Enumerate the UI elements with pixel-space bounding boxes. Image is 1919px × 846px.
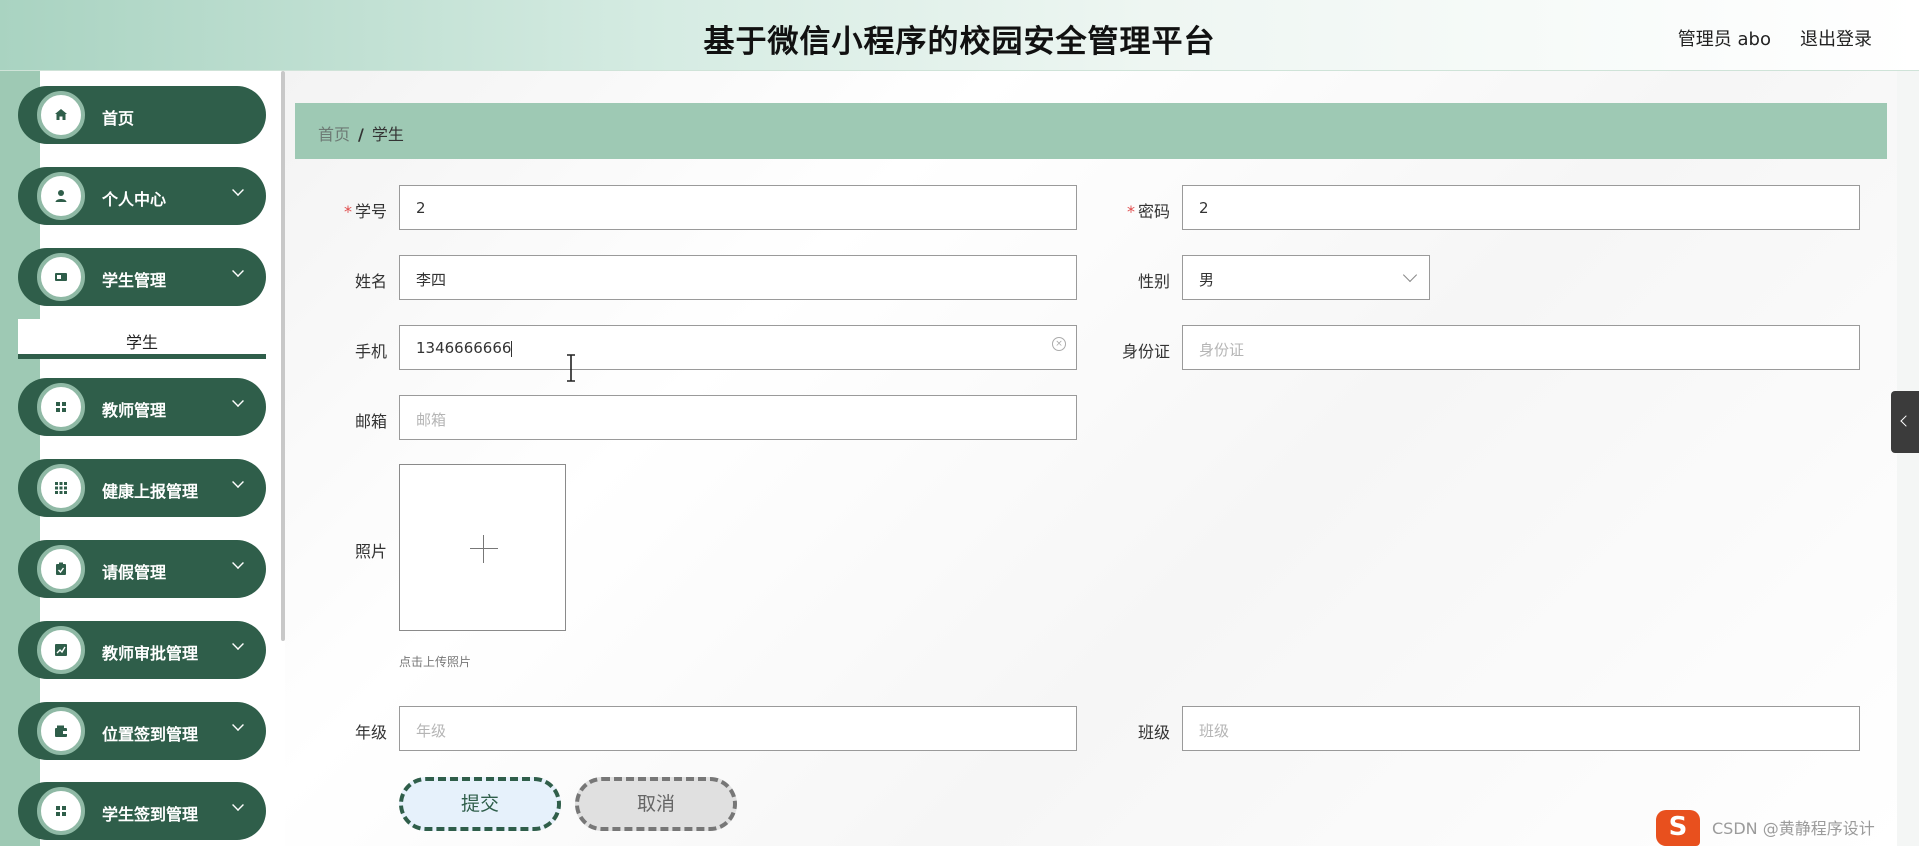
- chevron-down-icon: [232, 476, 244, 488]
- breadcrumb-separator: /: [358, 125, 364, 144]
- email-placeholder: 邮箱: [416, 411, 447, 429]
- chevron-left-icon: [1900, 415, 1912, 427]
- phone-input[interactable]: 1346666666 ×: [399, 325, 1077, 370]
- sidebar-item-student-management[interactable]: 学生管理: [18, 248, 266, 306]
- logout-link[interactable]: 退出登录: [1800, 25, 1872, 51]
- gender-select-value: 男: [1199, 271, 1215, 289]
- grade-placeholder: 年级: [416, 722, 447, 740]
- sidebar-item-label: 学生管理: [102, 271, 167, 290]
- sidebar-item-teacher-management[interactable]: 教师管理: [18, 378, 266, 436]
- current-user-label: 管理员 abo: [1677, 29, 1771, 50]
- name-input[interactable]: 李四: [399, 255, 1077, 300]
- text-caret: [511, 340, 513, 357]
- chevron-down-icon: [232, 557, 244, 569]
- email-input[interactable]: 邮箱: [399, 395, 1077, 440]
- chevron-down-icon: [232, 719, 244, 731]
- sidebar-item-label: 教师管理: [102, 401, 167, 420]
- class-placeholder: 班级: [1199, 722, 1230, 740]
- id-card-placeholder: 身份证: [1199, 341, 1245, 359]
- plus-icon-vertical: [483, 535, 484, 563]
- sidebar-item-label: 教师审批管理: [102, 644, 199, 663]
- main-content: 首页 / 学生 * 学号 2 * 密码 2 姓名 李四 性别 男 手机 13466666…: [285, 71, 1897, 846]
- plus-icon: [470, 548, 498, 549]
- chevron-down-icon: [232, 184, 244, 196]
- chevron-down-icon: [232, 395, 244, 407]
- wallet-icon: [37, 707, 85, 755]
- grid-icon: [37, 383, 85, 431]
- home-icon: [37, 91, 85, 139]
- password-input[interactable]: 2: [1182, 185, 1860, 230]
- page-title: 基于微信小程序的校园安全管理平台: [703, 24, 1216, 60]
- collapse-panel-tab[interactable]: [1891, 391, 1919, 453]
- gender-label: 性别: [1137, 272, 1170, 291]
- grade-input[interactable]: 年级: [399, 706, 1077, 751]
- sidebar-item-label: 首页: [102, 109, 135, 128]
- clipboard-icon: [37, 545, 85, 593]
- phone-label: 手机: [354, 342, 387, 361]
- email-label: 邮箱: [354, 412, 387, 431]
- sidebar-item-leave-management[interactable]: 请假管理: [18, 540, 266, 598]
- sidebar-item-location-checkin-management[interactable]: 位置签到管理: [18, 702, 266, 760]
- phone-input-value: 1346666666: [416, 339, 512, 357]
- grid-icon: [37, 787, 85, 835]
- photo-label: 照片: [354, 542, 387, 561]
- student-id-label: * 学号: [343, 202, 387, 221]
- id-card-input[interactable]: 身份证: [1182, 325, 1860, 370]
- class-label: 班级: [1137, 723, 1170, 742]
- sidebar: 首页 个人中心 学生管理 学生 教师管理 健康上报管理 请假管理 教师审批管理 …: [0, 71, 285, 846]
- chevron-down-icon: [1402, 267, 1418, 283]
- top-header: 基于微信小程序的校园安全管理平台 管理员 abo 退出登录: [0, 0, 1919, 71]
- text-cursor-icon: [567, 354, 575, 382]
- breadcrumb-home-link[interactable]: 首页: [318, 125, 350, 144]
- apps-icon: [37, 464, 85, 512]
- sidebar-item-home[interactable]: 首页: [18, 86, 266, 144]
- chevron-down-icon: [232, 799, 244, 811]
- submenu-item-student[interactable]: 学生: [18, 319, 266, 359]
- sidebar-item-label: 位置签到管理: [102, 725, 199, 744]
- sidebar-item-label: 健康上报管理: [102, 482, 199, 501]
- grade-label: 年级: [354, 723, 387, 742]
- name-label: 姓名: [354, 272, 387, 291]
- student-id-input[interactable]: 2: [399, 185, 1077, 230]
- photo-upload-box[interactable]: [399, 464, 566, 631]
- ime-logo-icon: S: [1656, 810, 1700, 846]
- sidebar-item-personal-center[interactable]: 个人中心: [18, 167, 266, 225]
- cancel-button[interactable]: 取消: [575, 777, 737, 831]
- chevron-down-icon: [232, 638, 244, 650]
- id-card-label: 身份证: [1121, 342, 1170, 361]
- watermark-text: CSDN @黄静程序设计: [1712, 819, 1875, 838]
- sidebar-item-health-report-management[interactable]: 健康上报管理: [18, 459, 266, 517]
- sidebar-item-student-checkin-management[interactable]: 学生签到管理: [18, 782, 266, 840]
- user-icon: [37, 172, 85, 220]
- submit-button[interactable]: 提交: [399, 777, 561, 831]
- chart-icon: [37, 626, 85, 674]
- gender-select[interactable]: 男: [1182, 255, 1430, 300]
- sidebar-item-label: 个人中心: [102, 190, 167, 209]
- sidebar-item-label: 学生签到管理: [102, 805, 199, 824]
- breadcrumb: 首页 / 学生: [295, 103, 1887, 159]
- id-card-icon: [37, 253, 85, 301]
- clear-icon[interactable]: ×: [1052, 337, 1066, 351]
- sidebar-item-teacher-approval-management[interactable]: 教师审批管理: [18, 621, 266, 679]
- chevron-down-icon: [232, 265, 244, 277]
- photo-upload-tip: 点击上传照片: [399, 655, 472, 669]
- password-label: * 密码: [1126, 202, 1170, 221]
- sidebar-item-label: 请假管理: [102, 563, 167, 582]
- class-input[interactable]: 班级: [1182, 706, 1860, 751]
- breadcrumb-current: 学生: [371, 125, 404, 144]
